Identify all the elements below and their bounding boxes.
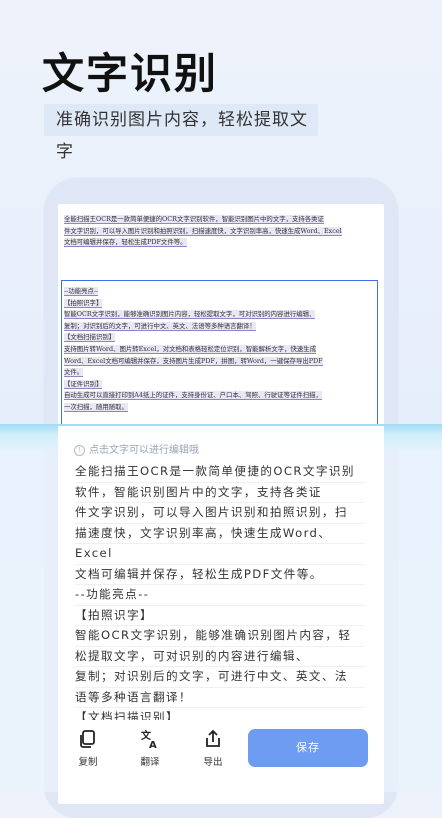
export-label: 导出 [203, 757, 223, 768]
copy-label: 复制 [78, 757, 98, 768]
hero-title: 文字识别 [42, 49, 219, 98]
text-line[interactable]: 描速度快，文字识别率高，快速生成Word、 [75, 524, 365, 544]
doc-line: 全能扫描王OCR是一款简单便捷的OCR文字识别软件，智能识别图片中的文字，支持各… [64, 215, 324, 224]
doc-line: 文档可编辑并保存，轻松生成PDF文件等。 [64, 238, 187, 248]
text-line[interactable]: 智能OCR文字识别，能够准确识别图片内容，轻 [75, 626, 365, 647]
edit-hint: ! 点击文字可以进行编辑哦 [74, 441, 199, 456]
text-line[interactable]: --功能亮点-- [75, 585, 365, 606]
text-line[interactable]: Excel [75, 544, 365, 565]
text-line[interactable]: 松提取文字，可对识别的内容进行编辑、 [75, 647, 365, 667]
text-line[interactable]: 文档可编辑并保存，轻松生成PDF文件等。 [75, 565, 365, 585]
export-button[interactable]: 导出 [191, 728, 235, 768]
hero-subtitle: 准确识别图片内容，轻松提取文字 [44, 104, 318, 162]
copy-icon [80, 730, 95, 748]
text-line[interactable]: 软件，智能识别图片中的文字，支持各类证 [75, 483, 365, 503]
translate-label: 翻译 [140, 757, 160, 768]
svg-text:A: A [149, 740, 157, 750]
doc-paragraph-intro: 全能扫描王OCR是一款简单便捷的OCR文字识别软件，智能识别图片中的文字，支持各… [64, 214, 378, 249]
text-line[interactable]: 件文字识别，可以导入图片识别和拍照识别，扫 [75, 503, 365, 524]
save-button[interactable]: 保存 [248, 729, 368, 767]
text-line[interactable]: 全能扫描王OCR是一款简单便捷的OCR文字识别 [75, 462, 365, 483]
export-icon [206, 729, 220, 747]
edit-hint-text: 点击文字可以进行编辑哦 [89, 445, 199, 456]
text-line[interactable]: 语等多种语言翻译！ [75, 688, 365, 708]
recognized-text-editor[interactable]: 全能扫描王OCR是一款简单便捷的OCR文字识别 软件，智能识别图片中的文字，支持… [75, 462, 365, 729]
translate-icon: 文 A [141, 729, 157, 750]
translate-button[interactable]: 文 A 翻译 [128, 728, 172, 768]
text-line[interactable]: 复制；对识别后的文字，可进行中文、英文、法 [75, 667, 365, 688]
selection-box[interactable] [61, 280, 378, 429]
doc-line: 件文字识别，可以导入图片识别和拍照识别，扫描速度快，文字识别率高，快速生成Wor… [64, 226, 342, 236]
copy-button[interactable]: 复制 [66, 728, 110, 768]
text-line[interactable]: 【拍照识字】 [75, 606, 365, 626]
info-icon: ! [74, 445, 85, 456]
